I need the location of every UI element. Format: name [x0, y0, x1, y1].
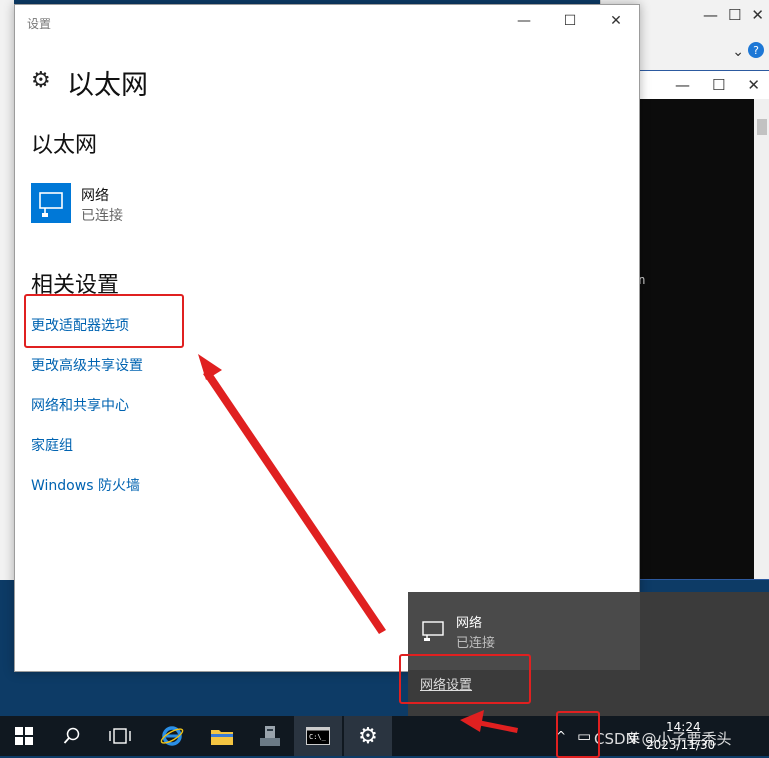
folder-icon — [211, 730, 233, 745]
bg-minimize-button[interactable]: — — [703, 6, 718, 24]
help-icon[interactable]: ? — [748, 42, 764, 58]
server-manager-icon — [260, 726, 280, 746]
search-button[interactable] — [48, 716, 96, 756]
taskbar: C:\_ ⚙ ^ ▭ 英 14:24 2023/11/30 CSDN @小子要秃… — [0, 716, 769, 756]
section-heading-ethernet: 以太网 — [31, 133, 98, 158]
command-prompt-icon: C:\_ — [306, 727, 330, 745]
task-view-button[interactable] — [96, 716, 144, 756]
console-scrollbar[interactable] — [754, 99, 769, 579]
bg-maximize-button[interactable]: ☐ — [728, 6, 741, 24]
search-icon — [63, 727, 80, 744]
gear-icon: ⚙ — [358, 723, 378, 749]
maximize-button[interactable]: ☐ — [547, 5, 593, 37]
page-title: 以太网 — [67, 70, 148, 101]
task-view-icon — [109, 728, 131, 744]
internet-explorer-icon — [160, 726, 184, 746]
watermark: CSDN @小子要秃头 — [594, 730, 732, 748]
taskbar-file-explorer[interactable] — [198, 716, 246, 756]
taskbar-settings[interactable]: ⚙ — [344, 716, 392, 756]
taskbar-ie[interactable] — [148, 716, 196, 756]
network-status: 已连接 — [81, 208, 123, 224]
console-minimize-button[interactable]: — — [675, 76, 690, 94]
link-advanced-sharing[interactable]: 更改高级共享设置 — [31, 355, 143, 375]
close-button[interactable]: ✕ — [593, 5, 639, 37]
start-button[interactable] — [0, 716, 48, 756]
bg-close-button[interactable]: ✕ — [751, 6, 764, 24]
network-name[interactable]: 网络 — [81, 185, 109, 205]
annotation-box-network-settings — [399, 654, 531, 704]
background-window-edge — [0, 0, 14, 580]
window-title: 设置 — [27, 17, 52, 31]
windows-logo-icon — [15, 727, 33, 745]
link-homegroup[interactable]: 家庭组 — [31, 435, 73, 455]
flyout-network-name: 网络 — [456, 616, 483, 631]
network-adapter-icon[interactable] — [31, 183, 71, 223]
minimize-button[interactable]: — — [501, 5, 547, 37]
gear-icon: ⚙ — [31, 68, 51, 93]
console-close-button[interactable]: ✕ — [747, 76, 760, 94]
network-icon — [422, 621, 444, 641]
annotation-box-adapter-options — [24, 294, 184, 348]
chevron-down-icon[interactable]: ⌄ — [732, 44, 744, 60]
link-windows-firewall[interactable]: Windows 防火墙 — [31, 475, 140, 495]
svg-text:C:\_: C:\_ — [309, 733, 327, 741]
flyout-network-status: 已连接 — [456, 636, 496, 651]
console-maximize-button[interactable]: ☐ — [712, 76, 725, 94]
taskbar-cmd[interactable]: C:\_ — [294, 716, 342, 756]
annotation-box-tray-network — [556, 711, 600, 758]
settings-titlebar[interactable]: 设置 — ☐ ✕ — [15, 5, 639, 37]
link-network-sharing-center[interactable]: 网络和共享中心 — [31, 395, 129, 415]
taskbar-server-manager[interactable] — [246, 716, 294, 756]
